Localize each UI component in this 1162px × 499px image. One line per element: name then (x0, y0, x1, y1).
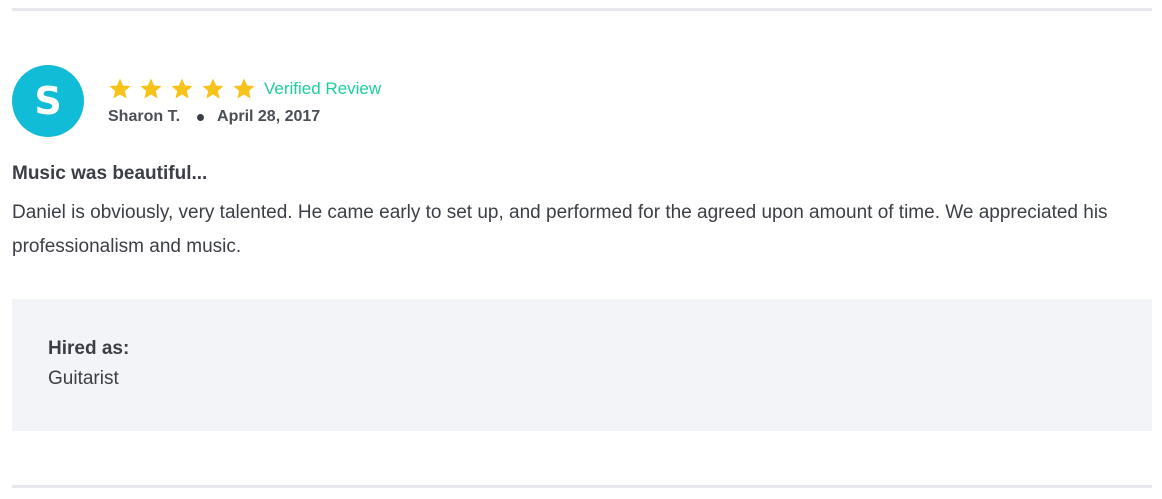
author-row: Sharon T. April 28, 2017 (108, 108, 381, 126)
author-name: Sharon T. (108, 108, 181, 125)
star-rating (108, 77, 263, 101)
review-meta: Verified Review Sharon T. April 28, 2017 (108, 75, 381, 126)
rating-row: Verified Review (108, 75, 381, 103)
hired-as-value: Guitarist (48, 368, 119, 389)
star-icon (232, 77, 256, 101)
review-body: Daniel is obviously, very talented. He c… (12, 202, 1108, 257)
hired-as-box: Hired as: Guitarist (12, 299, 1152, 431)
bottom-divider (12, 485, 1152, 488)
verified-review-badge: Verified Review (264, 79, 382, 98)
star-icon (139, 77, 163, 101)
star-icon (201, 77, 225, 101)
star-icon (108, 77, 132, 101)
review-card: S Verified Review Sharon T. April 28, 20… (12, 64, 1152, 264)
hired-as-label: Hired as: (48, 338, 130, 359)
review-date: April 28, 2017 (217, 108, 321, 125)
review-header: S Verified Review Sharon T. April 28, 20… (12, 64, 1152, 137)
review-page: S Verified Review Sharon T. April 28, 20… (0, 0, 1162, 499)
star-icon (170, 77, 194, 101)
top-divider (12, 8, 1152, 11)
bullet-separator (197, 113, 205, 121)
avatar: S (12, 64, 84, 137)
review-title: Music was beautiful... (12, 163, 208, 184)
